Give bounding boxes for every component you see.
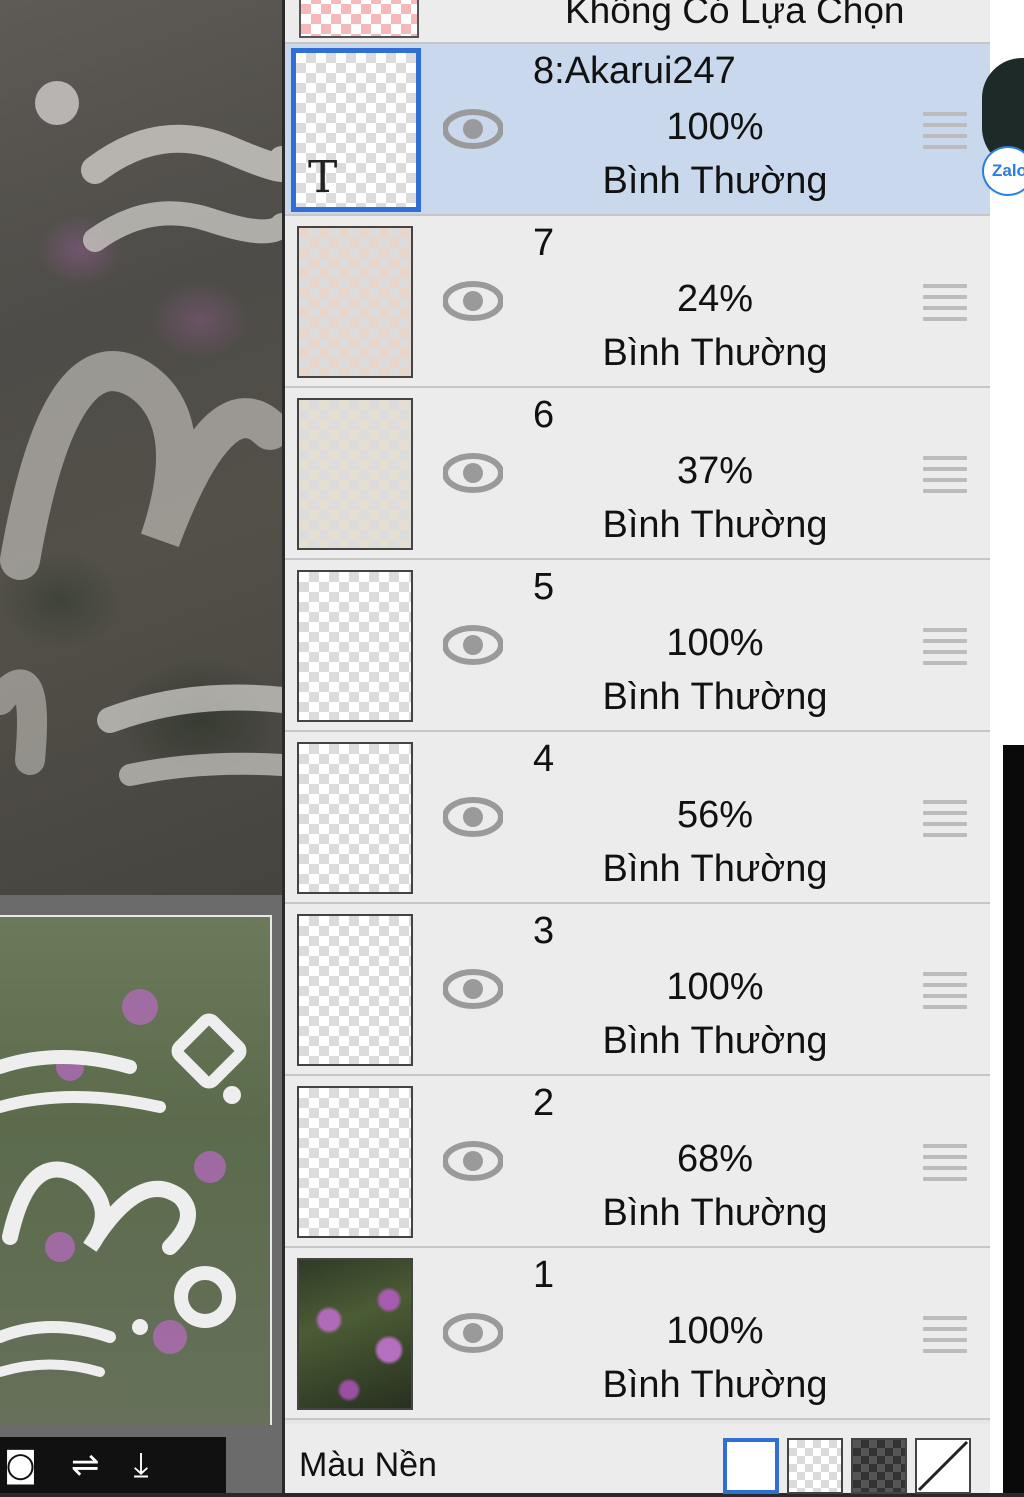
drag-handle-icon[interactable] — [923, 112, 967, 149]
layer-opacity: 37% — [676, 450, 754, 492]
drag-handle-icon[interactable] — [923, 456, 967, 493]
layer-row[interactable]: 1 100% Bình Thường — [285, 1248, 990, 1420]
layer-name: 2 — [533, 1082, 555, 1124]
layer-opacity: 24% — [676, 278, 754, 320]
layer-name: 4 — [533, 738, 555, 780]
layer-opacity: 100% — [666, 106, 764, 148]
camera-icon[interactable]: ◙ — [4, 1448, 37, 1482]
drag-handle-icon[interactable] — [923, 1144, 967, 1181]
eye-icon[interactable] — [443, 106, 503, 152]
background-none-swatch[interactable] — [915, 1438, 971, 1494]
layer-name: 3 — [533, 910, 555, 952]
layer-thumbnail[interactable]: T — [291, 48, 421, 212]
background-transparent-swatch[interactable] — [787, 1438, 843, 1494]
background-color-label: Màu Nền — [299, 1446, 437, 1484]
no-selection-label: Không Có Lựa Chọn — [565, 0, 905, 31]
merge-down-icon[interactable]: ⤓ — [134, 1448, 149, 1482]
layer-thumbnail[interactable] — [297, 570, 413, 722]
layer-row[interactable]: 3 100% Bình Thường — [285, 904, 990, 1076]
layer-name: 6 — [533, 394, 555, 436]
eye-icon[interactable] — [443, 794, 503, 840]
right-dark-strip — [1003, 745, 1024, 1493]
layer-blend-mode: Bình Thường — [602, 676, 828, 718]
layer-name: 8:Akarui247 — [533, 50, 736, 92]
layer-blend-mode: Bình Thường — [602, 848, 828, 890]
layers-panel: Không Có Lựa Chọn T 8:Akarui247 100% Bìn… — [285, 0, 990, 1494]
canvas-zoomed-view[interactable] — [0, 0, 282, 895]
layer-name: 7 — [533, 222, 555, 264]
layer-row[interactable]: 7 24% Bình Thường — [285, 216, 990, 388]
eye-icon[interactable] — [443, 278, 503, 324]
eye-icon[interactable] — [443, 1138, 503, 1184]
drag-handle-icon[interactable] — [923, 972, 967, 1009]
bottom-toolbar: ◙ ⇌ ⤓ — [0, 1437, 226, 1493]
layer-thumbnail[interactable] — [297, 226, 413, 378]
layer-blend-mode: Bình Thường — [602, 1192, 828, 1234]
selection-thumbnail — [299, 0, 419, 38]
layer-opacity: 100% — [666, 966, 764, 1008]
layer-thumbnail[interactable] — [297, 1258, 413, 1410]
drag-handle-icon[interactable] — [923, 628, 967, 665]
layer-row[interactable]: 4 56% Bình Thường — [285, 732, 990, 904]
layer-opacity: 100% — [666, 1310, 764, 1352]
eye-icon[interactable] — [443, 966, 503, 1012]
layer-row[interactable]: 2 68% Bình Thường — [285, 1076, 990, 1248]
layer-blend-mode: Bình Thường — [602, 1020, 828, 1062]
layer-thumbnail[interactable] — [297, 914, 413, 1066]
layer-thumbnail[interactable] — [297, 1086, 413, 1238]
layer-blend-mode: Bình Thường — [602, 332, 828, 374]
background-color-row: Màu Nền — [285, 1424, 990, 1494]
slash-icon — [917, 1440, 969, 1492]
layer-blend-mode: Bình Thường — [602, 160, 828, 202]
layer-row[interactable]: 5 100% Bình Thường — [285, 560, 990, 732]
flip-icon[interactable]: ⇌ — [71, 1448, 100, 1482]
drag-handle-icon[interactable] — [923, 800, 967, 837]
layer-thumbnail[interactable] — [297, 742, 413, 894]
background-dark-swatch[interactable] — [851, 1438, 907, 1494]
canvas-artwork — [0, 81, 282, 786]
layer-name: 5 — [533, 566, 555, 608]
eye-icon[interactable] — [443, 1310, 503, 1356]
eye-icon[interactable] — [443, 450, 503, 496]
drag-handle-icon[interactable] — [923, 1316, 967, 1353]
layer-opacity: 56% — [676, 794, 754, 836]
preview-artwork — [0, 989, 247, 1377]
text-layer-icon: T — [308, 152, 338, 203]
layer-blend-mode: Bình Thường — [602, 1364, 828, 1406]
layer-thumbnail[interactable] — [297, 398, 413, 550]
no-selection-row[interactable]: Không Có Lựa Chọn — [285, 0, 990, 44]
layer-blend-mode: Bình Thường — [602, 504, 828, 546]
layer-name: 1 — [533, 1254, 555, 1296]
canvas-preview[interactable] — [0, 915, 272, 1425]
drag-handle-icon[interactable] — [923, 284, 967, 321]
layer-opacity: 100% — [666, 622, 764, 664]
layer-opacity: 68% — [676, 1138, 754, 1180]
eye-icon[interactable] — [443, 622, 503, 668]
layer-row[interactable]: 6 37% Bình Thường — [285, 388, 990, 560]
layer-row[interactable]: T 8:Akarui247 100% Bình Thường — [285, 44, 990, 216]
background-white-swatch[interactable] — [723, 1438, 779, 1494]
canvas-area[interactable]: ◙ ⇌ ⤓ — [0, 0, 282, 1493]
